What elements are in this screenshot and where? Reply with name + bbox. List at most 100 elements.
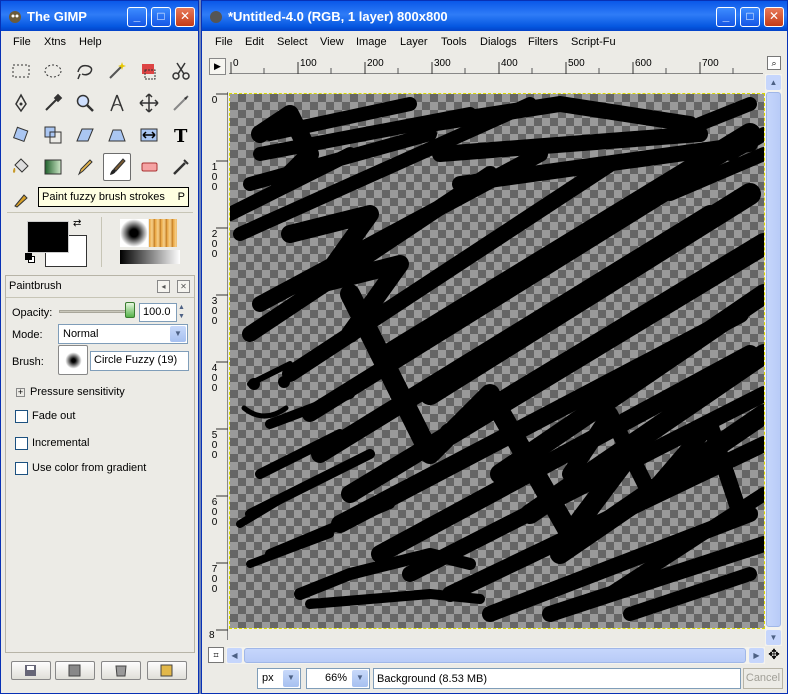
move-icon[interactable]: ✥ (766, 646, 782, 662)
menu-filters[interactable]: Filters (528, 36, 558, 48)
scroll-right-icon[interactable]: ▶ (749, 648, 764, 663)
fuzzy-select-icon[interactable] (103, 57, 131, 85)
menu-edit[interactable]: Edit (245, 36, 264, 48)
toolbox-titlebar[interactable]: The GIMP _ □ ✕ (1, 1, 198, 31)
color-select-icon[interactable] (135, 57, 163, 85)
ink-icon[interactable] (7, 185, 35, 213)
rotate-icon[interactable] (7, 121, 35, 149)
incremental-checkbox[interactable] (15, 437, 28, 450)
color-area-divider (101, 217, 102, 267)
image-menu-button[interactable]: ▶ (209, 58, 226, 75)
minimize-button[interactable]: _ (127, 7, 147, 27)
blend-icon[interactable] (39, 153, 67, 181)
close-button[interactable]: ✕ (175, 7, 195, 27)
menu-file[interactable]: File (13, 36, 31, 48)
save-options-button[interactable] (11, 661, 51, 680)
opacity-value[interactable]: 100.0 (139, 303, 177, 322)
menu-view[interactable]: View (320, 36, 344, 48)
pattern-preview[interactable] (149, 219, 177, 247)
scale-icon[interactable] (39, 121, 67, 149)
menu-file[interactable]: File (215, 36, 233, 48)
gradient-preview[interactable] (120, 250, 180, 264)
cancel-button[interactable]: Cancel (743, 668, 783, 689)
crop-icon[interactable] (167, 89, 195, 117)
reset-options-button[interactable] (147, 661, 187, 680)
scroll-left-icon[interactable]: ◀ (227, 648, 242, 663)
fade-out-checkbox[interactable] (15, 410, 28, 423)
pencil-icon[interactable] (71, 153, 99, 181)
quick-mask-icon[interactable]: ⌗ (208, 647, 224, 663)
vertical-scrollbar[interactable]: ▲ ▼ (765, 74, 782, 646)
use-gradient-label[interactable]: Use color from gradient (32, 462, 146, 474)
maximize-button[interactable]: □ (740, 7, 760, 27)
chevron-down-icon[interactable]: ▼ (352, 670, 368, 687)
minimize-button[interactable]: _ (716, 7, 736, 27)
tooltip-shortcut: P (177, 191, 185, 203)
toolbox-menubar: File Xtns Help (1, 31, 198, 53)
image-canvas[interactable] (229, 93, 765, 629)
restore-options-button[interactable] (55, 661, 95, 680)
zoom-select[interactable]: 66% ▼ (306, 668, 370, 689)
maximize-button[interactable]: □ (151, 7, 171, 27)
horizontal-ruler[interactable]: 0 100 200 300 400 500 600 700 (229, 56, 763, 74)
horizontal-scrollbar[interactable]: ◀ ▶ (226, 647, 765, 664)
panel-menu-icon[interactable]: ◂ (157, 280, 170, 293)
color-picker-icon[interactable] (39, 89, 67, 117)
incremental-label[interactable]: Incremental (32, 437, 89, 449)
navigate-icon-button[interactable]: ⌕ (767, 56, 781, 70)
use-gradient-checkbox[interactable] (15, 462, 28, 475)
bucket-fill-icon[interactable] (7, 153, 35, 181)
perspective-icon[interactable] (103, 121, 131, 149)
status-text: Background (8.53 MB) (373, 668, 741, 689)
chevron-down-icon[interactable]: ▼ (170, 326, 186, 342)
chevron-down-icon[interactable]: ▼ (283, 670, 299, 687)
ellipse-select-icon[interactable] (39, 57, 67, 85)
brush-button[interactable] (58, 345, 88, 375)
pressure-expander-icon[interactable]: + (16, 388, 25, 397)
gimp-logo-icon (208, 8, 224, 24)
menu-select[interactable]: Select (277, 36, 308, 48)
eraser-icon[interactable] (135, 153, 163, 181)
text-icon[interactable]: T (167, 121, 195, 149)
delete-options-button[interactable] (101, 661, 141, 680)
image-titlebar[interactable]: *Untitled-4.0 (RGB, 1 layer) 800x800 _ □… (202, 1, 787, 31)
foreground-color-swatch[interactable] (27, 221, 69, 253)
airbrush-icon[interactable] (167, 153, 195, 181)
pressure-label[interactable]: Pressure sensitivity (30, 386, 125, 398)
mode-select[interactable]: Normal ▼ (58, 324, 188, 344)
menu-dialogs[interactable]: Dialogs (480, 36, 517, 48)
unit-select[interactable]: px ▼ (257, 668, 301, 689)
panel-close-icon[interactable]: ✕ (177, 280, 190, 293)
move-icon[interactable] (135, 89, 163, 117)
flip-icon[interactable] (135, 121, 163, 149)
menu-help[interactable]: Help (79, 36, 102, 48)
measure-icon[interactable] (103, 89, 131, 117)
menu-tools[interactable]: Tools (441, 36, 467, 48)
close-button[interactable]: ✕ (764, 7, 784, 27)
scissors-icon[interactable] (167, 57, 195, 85)
default-colors-icon[interactable] (25, 253, 35, 263)
zoom-value: 66% (324, 672, 347, 684)
image-menubar: File Edit Select View Image Layer Tools … (202, 31, 787, 53)
horizontal-scroll-thumb[interactable] (244, 648, 746, 663)
brush-preview[interactable] (120, 219, 148, 247)
free-select-icon[interactable] (71, 57, 99, 85)
vertical-ruler[interactable]: 0 100 200 300 400 500 600 700 8 (208, 92, 228, 641)
menu-script-fu[interactable]: Script-Fu (571, 36, 616, 48)
menu-image[interactable]: Image (356, 36, 387, 48)
scroll-down-icon[interactable]: ▼ (766, 630, 781, 645)
paths-icon[interactable] (7, 89, 35, 117)
fade-out-label[interactable]: Fade out (32, 410, 75, 422)
paintbrush-icon[interactable] (103, 153, 131, 181)
menu-layer[interactable]: Layer (400, 36, 428, 48)
swap-colors-icon[interactable]: ⇄ (73, 218, 81, 229)
opacity-spinner[interactable]: ▲ ▼ (178, 303, 188, 322)
rect-select-icon[interactable] (7, 57, 35, 85)
zoom-icon[interactable] (71, 89, 99, 117)
scroll-up-icon[interactable]: ▲ (766, 75, 781, 90)
opacity-slider[interactable] (59, 310, 133, 313)
menu-xtns[interactable]: Xtns (44, 36, 66, 48)
opacity-slider-handle[interactable] (125, 302, 135, 318)
vertical-scroll-thumb[interactable] (766, 92, 781, 627)
shear-icon[interactable] (71, 121, 99, 149)
